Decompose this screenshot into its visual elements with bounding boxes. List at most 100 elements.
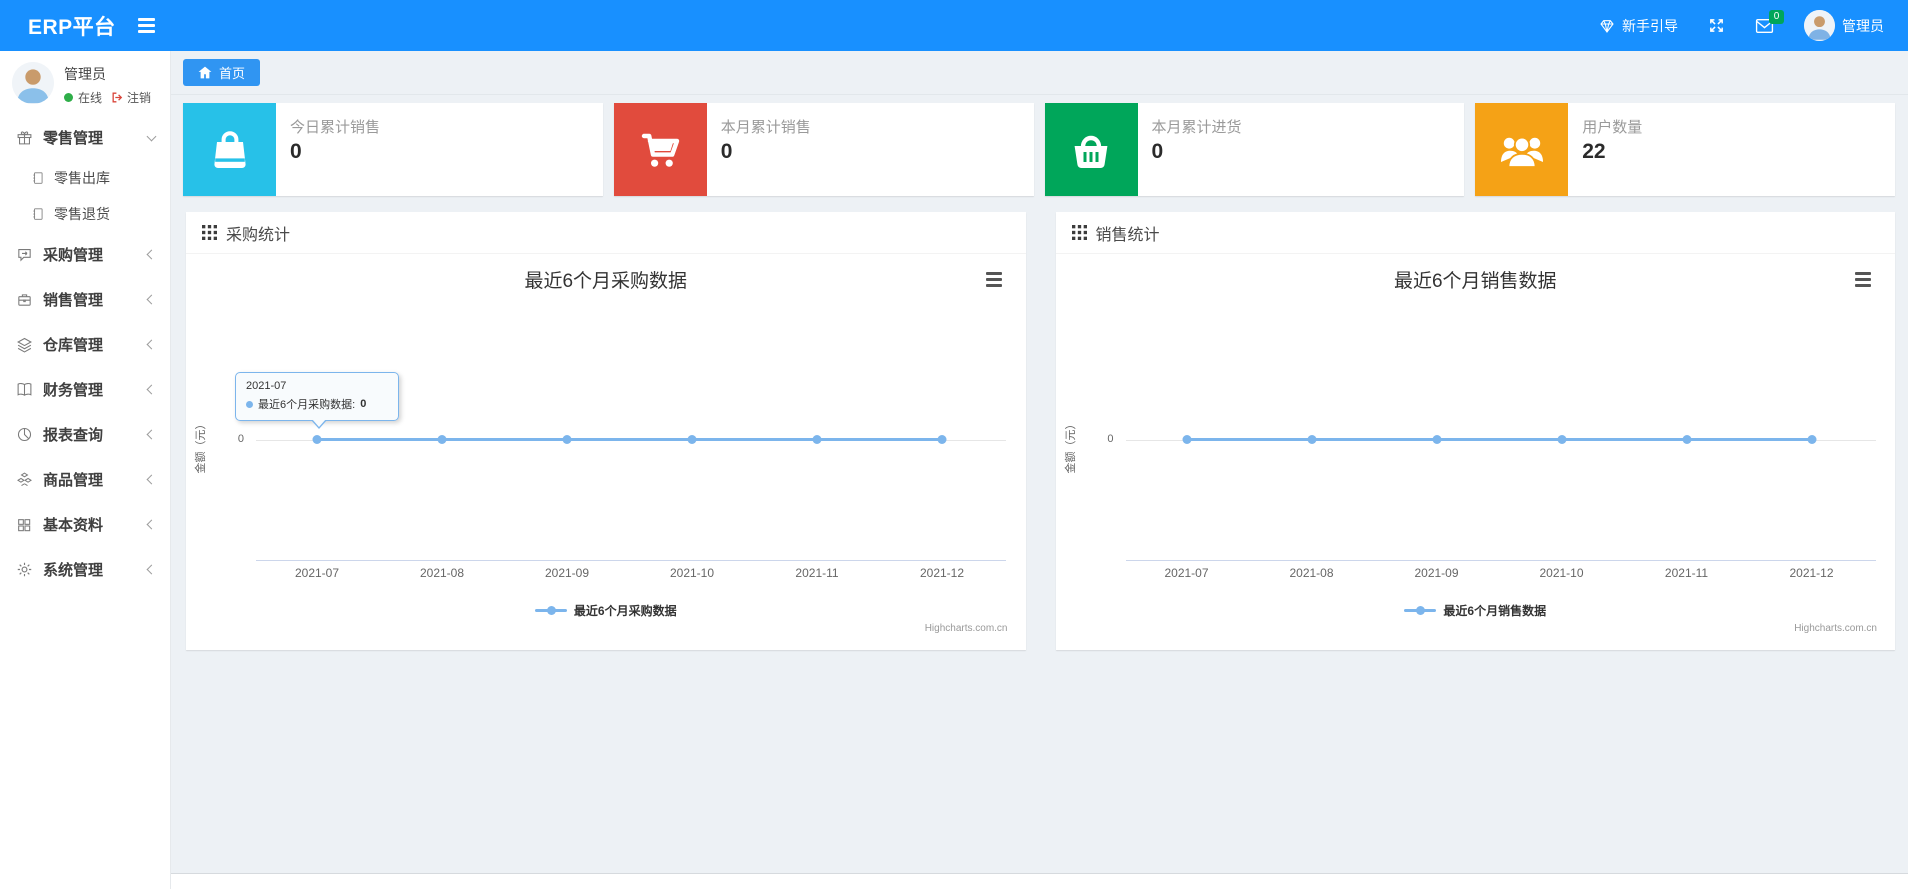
x-axis-line [256,560,1006,561]
logout-link[interactable]: 注销 [111,89,151,106]
data-point[interactable] [1307,435,1316,444]
x-axis-tick: 2021-12 [919,566,965,580]
sidebar-item-basic-data[interactable]: 基本资料 [0,502,170,547]
th-grid-icon [1071,225,1087,240]
purchase-stats-panel: 采购统计 最近6个月采购数据 金额（元） 0 2021-07 2021-08 2… [186,212,1026,650]
sidebar-item-warehouse[interactable]: 仓库管理 [0,322,170,367]
data-point[interactable] [562,435,572,444]
tooltip-label: 最近6个月采购数据: [258,399,356,411]
panel-title: 采购统计 [226,226,291,244]
sidebar: 管理员 在线 注销 零售管理 零售出库 零售退货 采购管理 销售管理 仓库管理 … [0,51,171,889]
stat-value: 0 [720,140,733,163]
series-line [1186,438,1812,441]
data-point[interactable] [312,435,322,444]
tab-home[interactable]: 首页 [183,59,261,86]
guide-button[interactable]: 新手引导 [1599,16,1678,36]
stat-cards-row: 今日累计销售 0 本月累计销售 0 本月累计进货 0 用户数量 22 [183,103,1895,196]
tooltip-value: 0 [360,398,367,410]
sidebar-item-purchase[interactable]: 采购管理 [0,232,170,277]
stat-label: 今日累计销售 [290,119,381,136]
sidebar-item-label: 销售管理 [43,292,104,309]
stat-card-user-count: 用户数量 22 [1475,103,1895,196]
data-point[interactable] [1807,435,1816,444]
avatar [1804,10,1835,41]
cart-icon [613,103,707,196]
chat-icon [15,246,33,263]
tooltip-header: 2021-07 [246,380,287,392]
data-point[interactable] [812,435,822,444]
cubes-icon [15,471,33,488]
highcharts-credit-link[interactable]: Highcharts.com.cn [925,623,1008,634]
sidebar-item-label: 零售退货 [54,206,110,222]
sidebar-item-reports[interactable]: 报表查询 [0,412,170,457]
data-point[interactable] [1182,435,1191,444]
stat-value: 22 [1582,140,1606,163]
sidebar-item-label: 仓库管理 [43,337,104,354]
sales-stats-panel: 销售统计 最近6个月销售数据 金额（元） 0 2021-07 2021-08 2… [1055,212,1896,650]
mail-count-badge: 0 [1769,9,1784,24]
chevron-down-icon [146,131,157,141]
y-axis-tick: 0 [1107,433,1114,445]
logout-icon [112,92,123,103]
x-axis-tick: 2021-07 [1164,566,1209,580]
chart-context-menu-button[interactable] [984,270,1004,289]
user-menu[interactable]: 管理员 [1804,10,1884,41]
series-dot-icon [246,400,253,408]
chart-title: 最近6个月采购数据 [524,271,688,292]
chart-context-menu-button[interactable] [1853,270,1873,289]
sidebar-username: 管理员 [64,66,106,82]
th-grid-icon [202,225,217,240]
chart-tooltip: 2021-07 最近6个月采购数据: 0 [235,372,399,429]
chevron-left-icon [146,564,157,575]
panel-title: 销售统计 [1095,226,1160,244]
sidebar-item-label: 报表查询 [43,427,104,444]
username-label: 管理员 [1842,17,1884,34]
sidebar-item-retail-outbound[interactable]: 零售出库 [0,160,170,196]
x-axis-tick: 2021-11 [795,566,839,580]
sidebar-item-finance[interactable]: 财务管理 [0,367,170,412]
home-icon [198,66,212,79]
sidebar-item-retail[interactable]: 零售管理 [0,115,170,160]
stat-card-month-purchase: 本月累计进货 0 [1044,103,1465,196]
sidebar-menu: 零售管理 零售出库 零售退货 采购管理 销售管理 仓库管理 财务管理 报表查询 … [0,115,170,592]
x-axis-tick: 2021-11 [1664,566,1709,580]
highcharts-credit-link[interactable]: Highcharts.com.cn [1794,623,1877,634]
sidebar-toggle-button[interactable] [137,18,155,33]
fullscreen-icon [1710,19,1723,32]
sidebar-item-label: 财务管理 [43,382,104,399]
x-axis-tick: 2021-07 [294,566,340,580]
legend-item[interactable]: 最近6个月采购数据 [186,602,1026,619]
data-point[interactable] [1557,435,1566,444]
sidebar-item-label: 基本资料 [43,517,104,534]
legend-item[interactable]: 最近6个月销售数据 [1056,602,1896,619]
stat-label: 用户数量 [1582,119,1643,136]
messages-button[interactable]: 0 [1755,9,1784,34]
chart-panels-row: 采购统计 最近6个月采购数据 金额（元） 0 2021-07 2021-08 2… [186,212,1895,650]
brand-logo: ERP平台 [28,15,116,39]
users-icon [1475,103,1569,196]
fullscreen-button[interactable] [1708,17,1725,34]
purchase-chart: 最近6个月采购数据 金额（元） 0 2021-07 2021-08 2021-0… [186,254,1026,649]
chevron-left-icon [146,294,157,305]
footer [171,873,1908,889]
series-line [317,438,942,441]
data-point[interactable] [937,435,947,444]
sidebar-item-label: 商品管理 [43,472,104,489]
x-axis-tick: 2021-08 [419,566,465,580]
tab-bar: 首页 [171,51,1908,95]
x-axis-tick: 2021-10 [669,566,715,580]
data-point[interactable] [1432,435,1441,444]
data-point[interactable] [437,435,447,444]
book-icon [15,381,33,398]
chevron-left-icon [146,339,157,350]
data-point[interactable] [1682,435,1691,444]
sidebar-item-system[interactable]: 系统管理 [0,547,170,592]
sidebar-item-goods[interactable]: 商品管理 [0,457,170,502]
data-point[interactable] [687,435,697,444]
layers-icon [15,336,33,353]
sidebar-item-retail-return[interactable]: 零售退货 [0,196,170,232]
x-axis-tick: 2021-09 [544,566,590,580]
x-axis-tick: 2021-12 [1789,566,1834,580]
stat-card-month-sales: 本月累计销售 0 [613,103,1034,196]
sidebar-item-sales[interactable]: 销售管理 [0,277,170,322]
